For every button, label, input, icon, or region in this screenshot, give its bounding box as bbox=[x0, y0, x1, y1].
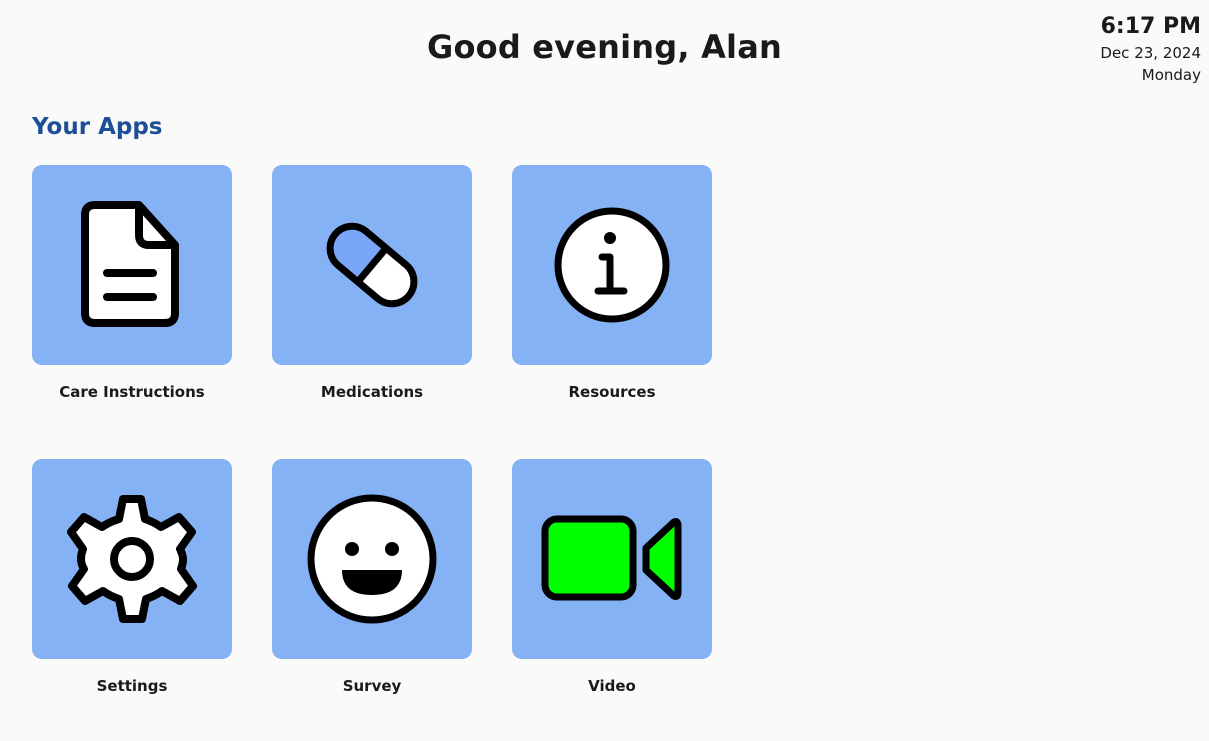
app-care-instructions[interactable]: Care Instructions bbox=[32, 165, 232, 401]
clock-widget: 6:17 PM Dec 23, 2024 Monday bbox=[1100, 12, 1201, 86]
clock-time: 6:17 PM bbox=[1100, 14, 1201, 39]
pill-icon bbox=[312, 205, 432, 325]
app-label-settings: Settings bbox=[96, 677, 168, 695]
greeting-heading: Good evening, Alan bbox=[427, 28, 782, 66]
section-title-your-apps: Your Apps bbox=[32, 114, 163, 140]
video-camera-icon bbox=[540, 514, 684, 604]
app-medications[interactable]: Medications bbox=[272, 165, 472, 401]
clock-date: Dec 23, 2024 bbox=[1100, 44, 1201, 62]
app-survey[interactable]: Survey bbox=[272, 459, 472, 695]
info-icon bbox=[552, 205, 672, 325]
app-tile-resources[interactable] bbox=[512, 165, 712, 365]
app-tile-care-instructions[interactable] bbox=[32, 165, 232, 365]
gear-icon bbox=[62, 489, 202, 629]
app-resources[interactable]: Resources bbox=[512, 165, 712, 401]
app-tile-video[interactable] bbox=[512, 459, 712, 659]
smiley-face-icon bbox=[305, 492, 439, 626]
app-label-care-instructions: Care Instructions bbox=[59, 383, 205, 401]
home-screen: Good evening, Alan 6:17 PM Dec 23, 2024 … bbox=[0, 0, 1209, 741]
app-tile-medications[interactable] bbox=[272, 165, 472, 365]
app-label-video: Video bbox=[588, 677, 636, 695]
app-video[interactable]: Video bbox=[512, 459, 712, 695]
app-label-medications: Medications bbox=[320, 383, 424, 401]
clock-day: Monday bbox=[1141, 66, 1201, 84]
document-icon bbox=[77, 199, 187, 331]
app-tile-survey[interactable] bbox=[272, 459, 472, 659]
app-tile-settings[interactable] bbox=[32, 459, 232, 659]
app-label-survey: Survey bbox=[342, 677, 402, 695]
app-settings[interactable]: Settings bbox=[32, 459, 232, 695]
app-label-resources: Resources bbox=[568, 383, 656, 401]
